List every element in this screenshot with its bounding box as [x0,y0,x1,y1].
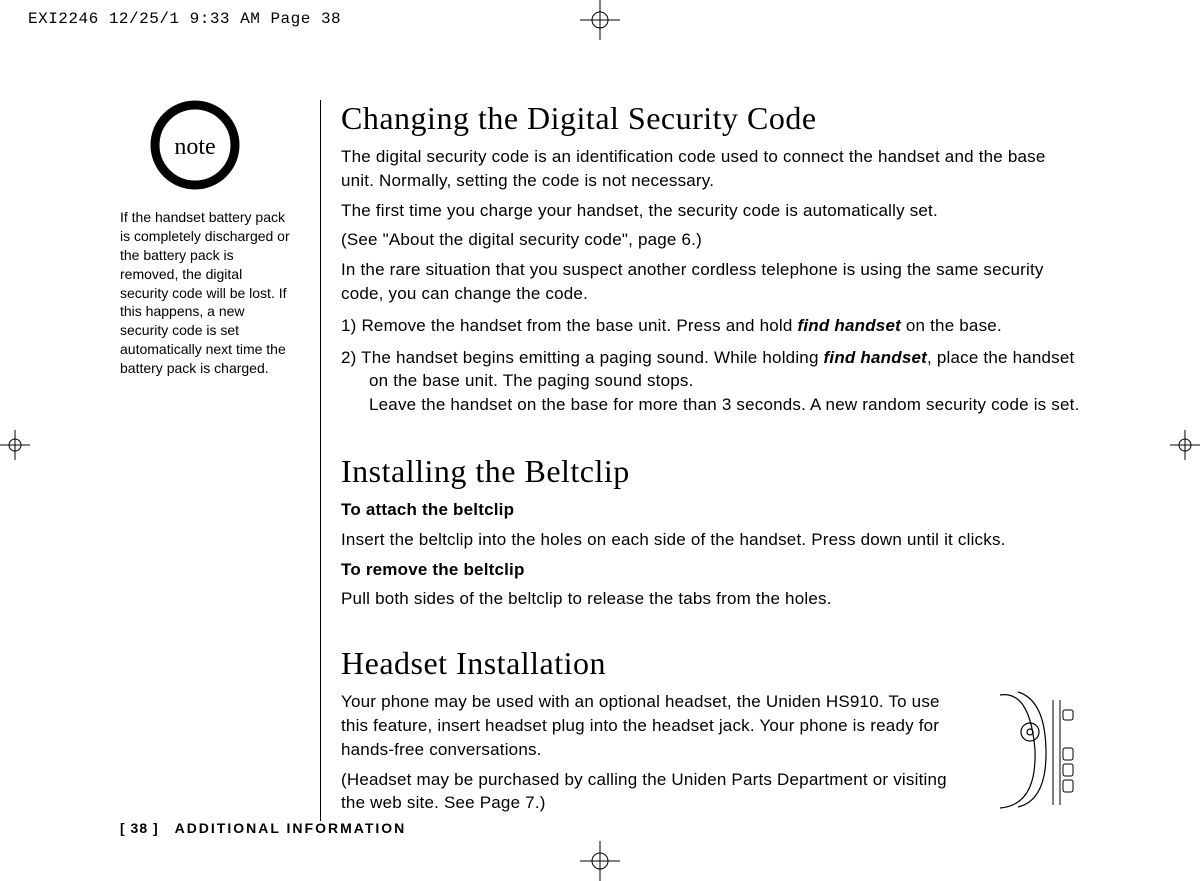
step1-find-handset: find handset [798,316,901,335]
page-content: note If the handset battery pack is comp… [120,100,1080,821]
section1-body: The digital security code is an identifi… [341,145,1080,306]
step2-text-a: 2) The handset begins emitting a paging … [341,348,824,367]
registration-mark-top-icon [580,0,620,40]
headset-p1: Your phone may be used with an optional … [341,690,970,761]
heading-security-code: Changing the Digital Security Code [341,100,1080,137]
heading-headset: Headset Installation [341,645,1080,682]
step2-find-handset: find handset [824,348,927,367]
sidebar-note: note If the handset battery pack is comp… [120,100,310,378]
step1-text-a: 1) Remove the handset from the base unit… [341,316,798,335]
beltclip-remove-heading: To remove the beltclip [341,558,1080,582]
section1-p1: The digital security code is an identifi… [341,145,1080,193]
headset-p2: (Headset may be purchased by calling the… [341,768,970,816]
heading-beltclip: Installing the Beltclip [341,453,1080,490]
registration-mark-left-icon [0,430,30,460]
footer-section-name: ADDITIONAL INFORMATION [175,820,407,836]
beltclip-remove-text: Pull both sides of the beltclip to relea… [341,587,1080,611]
page-footer: [ 38 ] ADDITIONAL INFORMATION [120,820,406,836]
section1-p4: In the rare situation that you suspect a… [341,258,1080,306]
step-2: 2) The handset begins emitting a paging … [341,346,1080,417]
section2-body: To attach the beltclip Insert the beltcl… [341,498,1080,611]
main-column: Changing the Digital Security Code The d… [320,100,1080,821]
step-1: 1) Remove the handset from the base unit… [341,314,1080,338]
step2-text-d: Leave the handset on the base for more t… [369,393,1080,417]
print-slug: EXI2246 12/25/1 9:33 AM Page 38 [28,10,341,28]
beltclip-attach-heading: To attach the beltclip [341,498,1080,522]
registration-mark-bottom-icon [580,841,620,881]
sidebar-note-text: If the handset battery pack is completel… [120,208,290,378]
beltclip-attach-text: Insert the beltclip into the holes on ea… [341,528,1080,552]
step1-text-c: on the base. [901,316,1002,335]
section1-p3: (See "About the digital security code", … [341,228,1080,252]
note-label: note [174,134,215,160]
section1-p2: The first time you charge your handset, … [341,199,1080,223]
registration-mark-right-icon [1170,430,1200,460]
headset-jack-illustration-icon [990,690,1080,815]
note-icon: note [150,100,240,190]
section3-body: Your phone may be used with an optional … [341,690,970,821]
page-number: [ 38 ] [120,820,159,836]
